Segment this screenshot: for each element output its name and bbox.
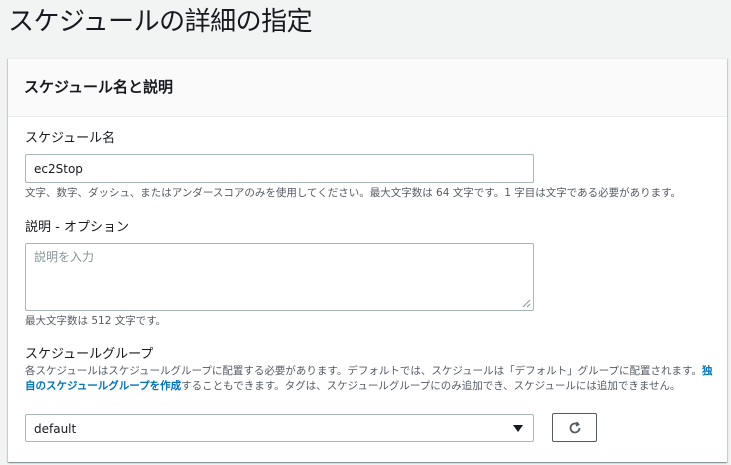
schedule-group-label: スケジュールグループ [25, 347, 154, 362]
group-desc-text-2: することもできます。タグは、スケジュールグループにのみ追加でき、スケジュールには… [181, 380, 681, 392]
schedule-name-label: スケジュール名 [25, 131, 116, 146]
schedule-group-selected: default [34, 422, 77, 436]
description-textarea[interactable]: 説明を入力 [25, 243, 534, 311]
refresh-icon [569, 421, 580, 433]
caret-down-icon [513, 425, 523, 432]
group-desc-text-1: 各スケジュールはスケジュールグループに配置する必要があります。デフォルトでは、ス… [25, 365, 702, 377]
page-title: スケジュールの詳細の指定 [8, 7, 313, 37]
refresh-button[interactable] [552, 413, 597, 442]
panel-header: スケジュール名と説明 [8, 59, 727, 117]
description-label: 説明 - オプション [25, 220, 129, 235]
panel-title: スケジュール名と説明 [24, 78, 173, 96]
schedule-group-description: 各スケジュールはスケジュールグループに配置する必要があります。デフォルトでは、ス… [25, 364, 715, 394]
schedule-name-input[interactable]: ec2Stop [25, 154, 534, 183]
description-hint: 最大文字数は 512 文字です。 [25, 315, 167, 327]
schedule-name-panel: スケジュール名と説明 スケジュール名 ec2Stop 文字、数字、ダッシュ、また… [8, 58, 727, 462]
schedule-name-constraint: 文字、数字、ダッシュ、またはアンダースコアのみを使用してください。最大文字数は … [25, 187, 682, 199]
schedule-group-select[interactable]: default [25, 414, 534, 442]
resize-grip-icon[interactable] [522, 299, 531, 308]
description-placeholder: 説明を入力 [34, 250, 95, 264]
